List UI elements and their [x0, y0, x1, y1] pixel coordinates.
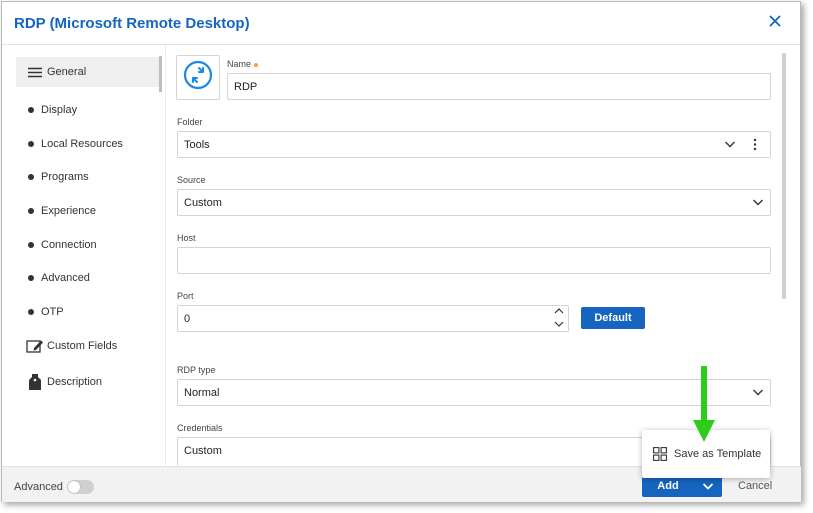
- chevron-down-icon[interactable]: [724, 138, 736, 150]
- sidebar-item-connection[interactable]: Connection: [16, 230, 160, 260]
- bullet-icon: [28, 107, 34, 113]
- bullet-icon: [28, 275, 34, 281]
- host-input[interactable]: [177, 247, 771, 274]
- hamburger-icon: [26, 64, 44, 80]
- folder-select[interactable]: Tools: [177, 131, 771, 158]
- source-select[interactable]: Custom: [177, 189, 771, 216]
- bullet-icon: [28, 174, 34, 180]
- default-port-button[interactable]: Default: [581, 307, 645, 329]
- source-label: Source: [177, 175, 206, 185]
- sidebar-item-advanced[interactable]: Advanced: [16, 263, 160, 293]
- sidebar-item-otp[interactable]: OTP: [16, 297, 160, 327]
- content-scrollbar[interactable]: [782, 53, 786, 299]
- bullet-icon: [28, 141, 34, 147]
- name-label: Name: [227, 59, 259, 69]
- source-value: Custom: [184, 196, 222, 209]
- sidebar-active-indicator: [159, 56, 162, 92]
- chevron-down-icon: [702, 482, 714, 490]
- credentials-value: Custom: [184, 445, 222, 457]
- stepper-up-icon[interactable]: [553, 307, 565, 315]
- sidebar-item-label: Experience: [41, 205, 97, 217]
- rdp-type-select[interactable]: Normal: [177, 379, 771, 406]
- sidebar-item-custom-fields[interactable]: Custom Fields: [16, 331, 160, 361]
- sidebar-item-label: General: [47, 66, 87, 78]
- required-indicator: [254, 62, 259, 67]
- toggle-knob: [68, 481, 80, 493]
- tag-icon: [26, 374, 44, 390]
- folder-value: Tools: [184, 138, 210, 151]
- advanced-toggle[interactable]: [67, 480, 94, 494]
- stepper-down-icon[interactable]: [553, 320, 565, 328]
- sidebar-item-label: Connection: [41, 239, 97, 251]
- remote-desktop-icon: [183, 60, 213, 95]
- dialog-header: RDP (Microsoft Remote Desktop): [2, 2, 800, 45]
- template-grid-icon: [653, 447, 667, 461]
- sidebar-item-label: Advanced: [41, 272, 90, 284]
- name-input[interactable]: RDP: [227, 73, 771, 100]
- sidebar-item-general[interactable]: General: [16, 57, 160, 87]
- port-input[interactable]: 0: [177, 305, 569, 332]
- chevron-down-icon[interactable]: [752, 196, 764, 208]
- annotation-arrow-icon: [693, 366, 715, 442]
- rdp-type-label: RDP type: [177, 365, 216, 375]
- sidebar-item-local-resources[interactable]: Local Resources: [16, 129, 160, 159]
- close-icon[interactable]: [766, 12, 784, 30]
- dialog-title: RDP (Microsoft Remote Desktop): [14, 15, 250, 32]
- sidebar-item-label: Description: [47, 376, 103, 388]
- credentials-label: Credentials: [177, 423, 223, 433]
- host-label: Host: [177, 233, 196, 243]
- bullet-icon: [28, 309, 34, 315]
- advanced-toggle-label: Advanced: [14, 481, 63, 493]
- sidebar: General Display Local Resources Programs…: [2, 45, 166, 468]
- sidebar-item-description[interactable]: Description: [16, 367, 160, 397]
- folder-label: Folder: [177, 117, 203, 127]
- rdp-type-value: Normal: [184, 386, 220, 399]
- cancel-button[interactable]: Cancel: [738, 480, 772, 492]
- sidebar-item-label: Local Resources: [41, 138, 123, 150]
- save-as-template-label: Save as Template: [674, 448, 762, 460]
- port-label: Port: [177, 291, 194, 301]
- sidebar-item-label: Display: [41, 104, 78, 116]
- sidebar-item-label: Custom Fields: [47, 340, 118, 352]
- sidebar-item-experience[interactable]: Experience: [16, 196, 160, 226]
- sidebar-item-label: Programs: [41, 171, 89, 183]
- bullet-icon: [28, 208, 34, 214]
- edit-icon: [26, 338, 44, 354]
- sidebar-item-programs[interactable]: Programs: [16, 162, 160, 192]
- rdp-type-icon-tile[interactable]: [176, 55, 220, 100]
- sidebar-item-display[interactable]: Display: [16, 95, 160, 125]
- sidebar-item-label: OTP: [41, 306, 64, 318]
- chevron-down-icon[interactable]: [752, 386, 764, 398]
- kebab-menu-icon[interactable]: [752, 138, 758, 151]
- bullet-icon: [28, 242, 34, 248]
